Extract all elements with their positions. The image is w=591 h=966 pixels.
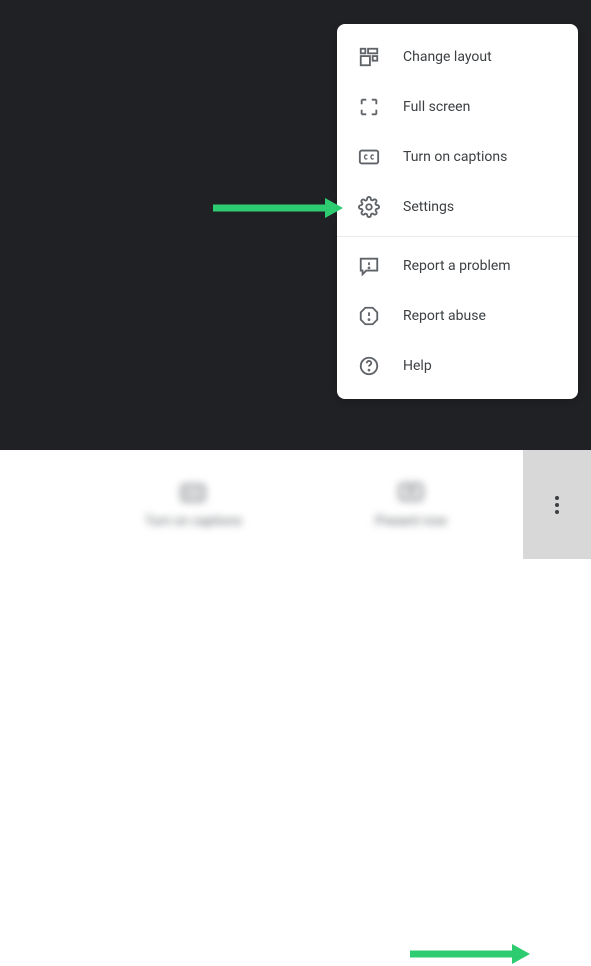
toolbar-label: Present now <box>375 514 447 529</box>
layout-icon <box>357 45 381 69</box>
bottom-toolbar: Turn on captions Present now <box>0 450 591 559</box>
toolbar-present-button[interactable]: Present now <box>375 480 447 529</box>
toolbar-captions-button[interactable]: Turn on captions <box>145 480 242 529</box>
fullscreen-icon <box>357 95 381 119</box>
cc-icon <box>357 145 381 169</box>
menu-item-help[interactable]: Help <box>337 341 578 391</box>
menu-label: Change layout <box>403 49 492 65</box>
menu-item-report-abuse[interactable]: Report abuse <box>337 291 578 341</box>
help-icon <box>357 354 381 378</box>
menu-label: Settings <box>403 199 454 215</box>
annotation-arrow-more <box>410 942 530 966</box>
menu-label: Report a problem <box>403 258 511 274</box>
menu-item-captions[interactable]: Turn on captions <box>337 132 578 182</box>
gear-icon <box>357 195 381 219</box>
report-abuse-icon <box>357 304 381 328</box>
menu-item-report-problem[interactable]: Report a problem <box>337 241 578 291</box>
cc-icon <box>180 480 206 506</box>
more-options-menu: Change layout Full screen Turn on captio… <box>337 24 578 399</box>
menu-item-change-layout[interactable]: Change layout <box>337 32 578 82</box>
menu-divider <box>337 236 578 237</box>
more-vertical-icon <box>555 496 559 514</box>
video-area: Change layout Full screen Turn on captio… <box>0 0 591 450</box>
menu-label: Turn on captions <box>403 149 507 165</box>
menu-item-full-screen[interactable]: Full screen <box>337 82 578 132</box>
report-problem-icon <box>357 254 381 278</box>
menu-label: Help <box>403 358 432 374</box>
present-icon <box>398 480 424 506</box>
menu-label: Report abuse <box>403 308 486 324</box>
toolbar-label: Turn on captions <box>145 514 242 529</box>
annotation-arrow-settings <box>213 196 343 220</box>
more-options-button[interactable] <box>523 450 591 559</box>
menu-item-settings[interactable]: Settings <box>337 182 578 232</box>
menu-label: Full screen <box>403 99 470 115</box>
